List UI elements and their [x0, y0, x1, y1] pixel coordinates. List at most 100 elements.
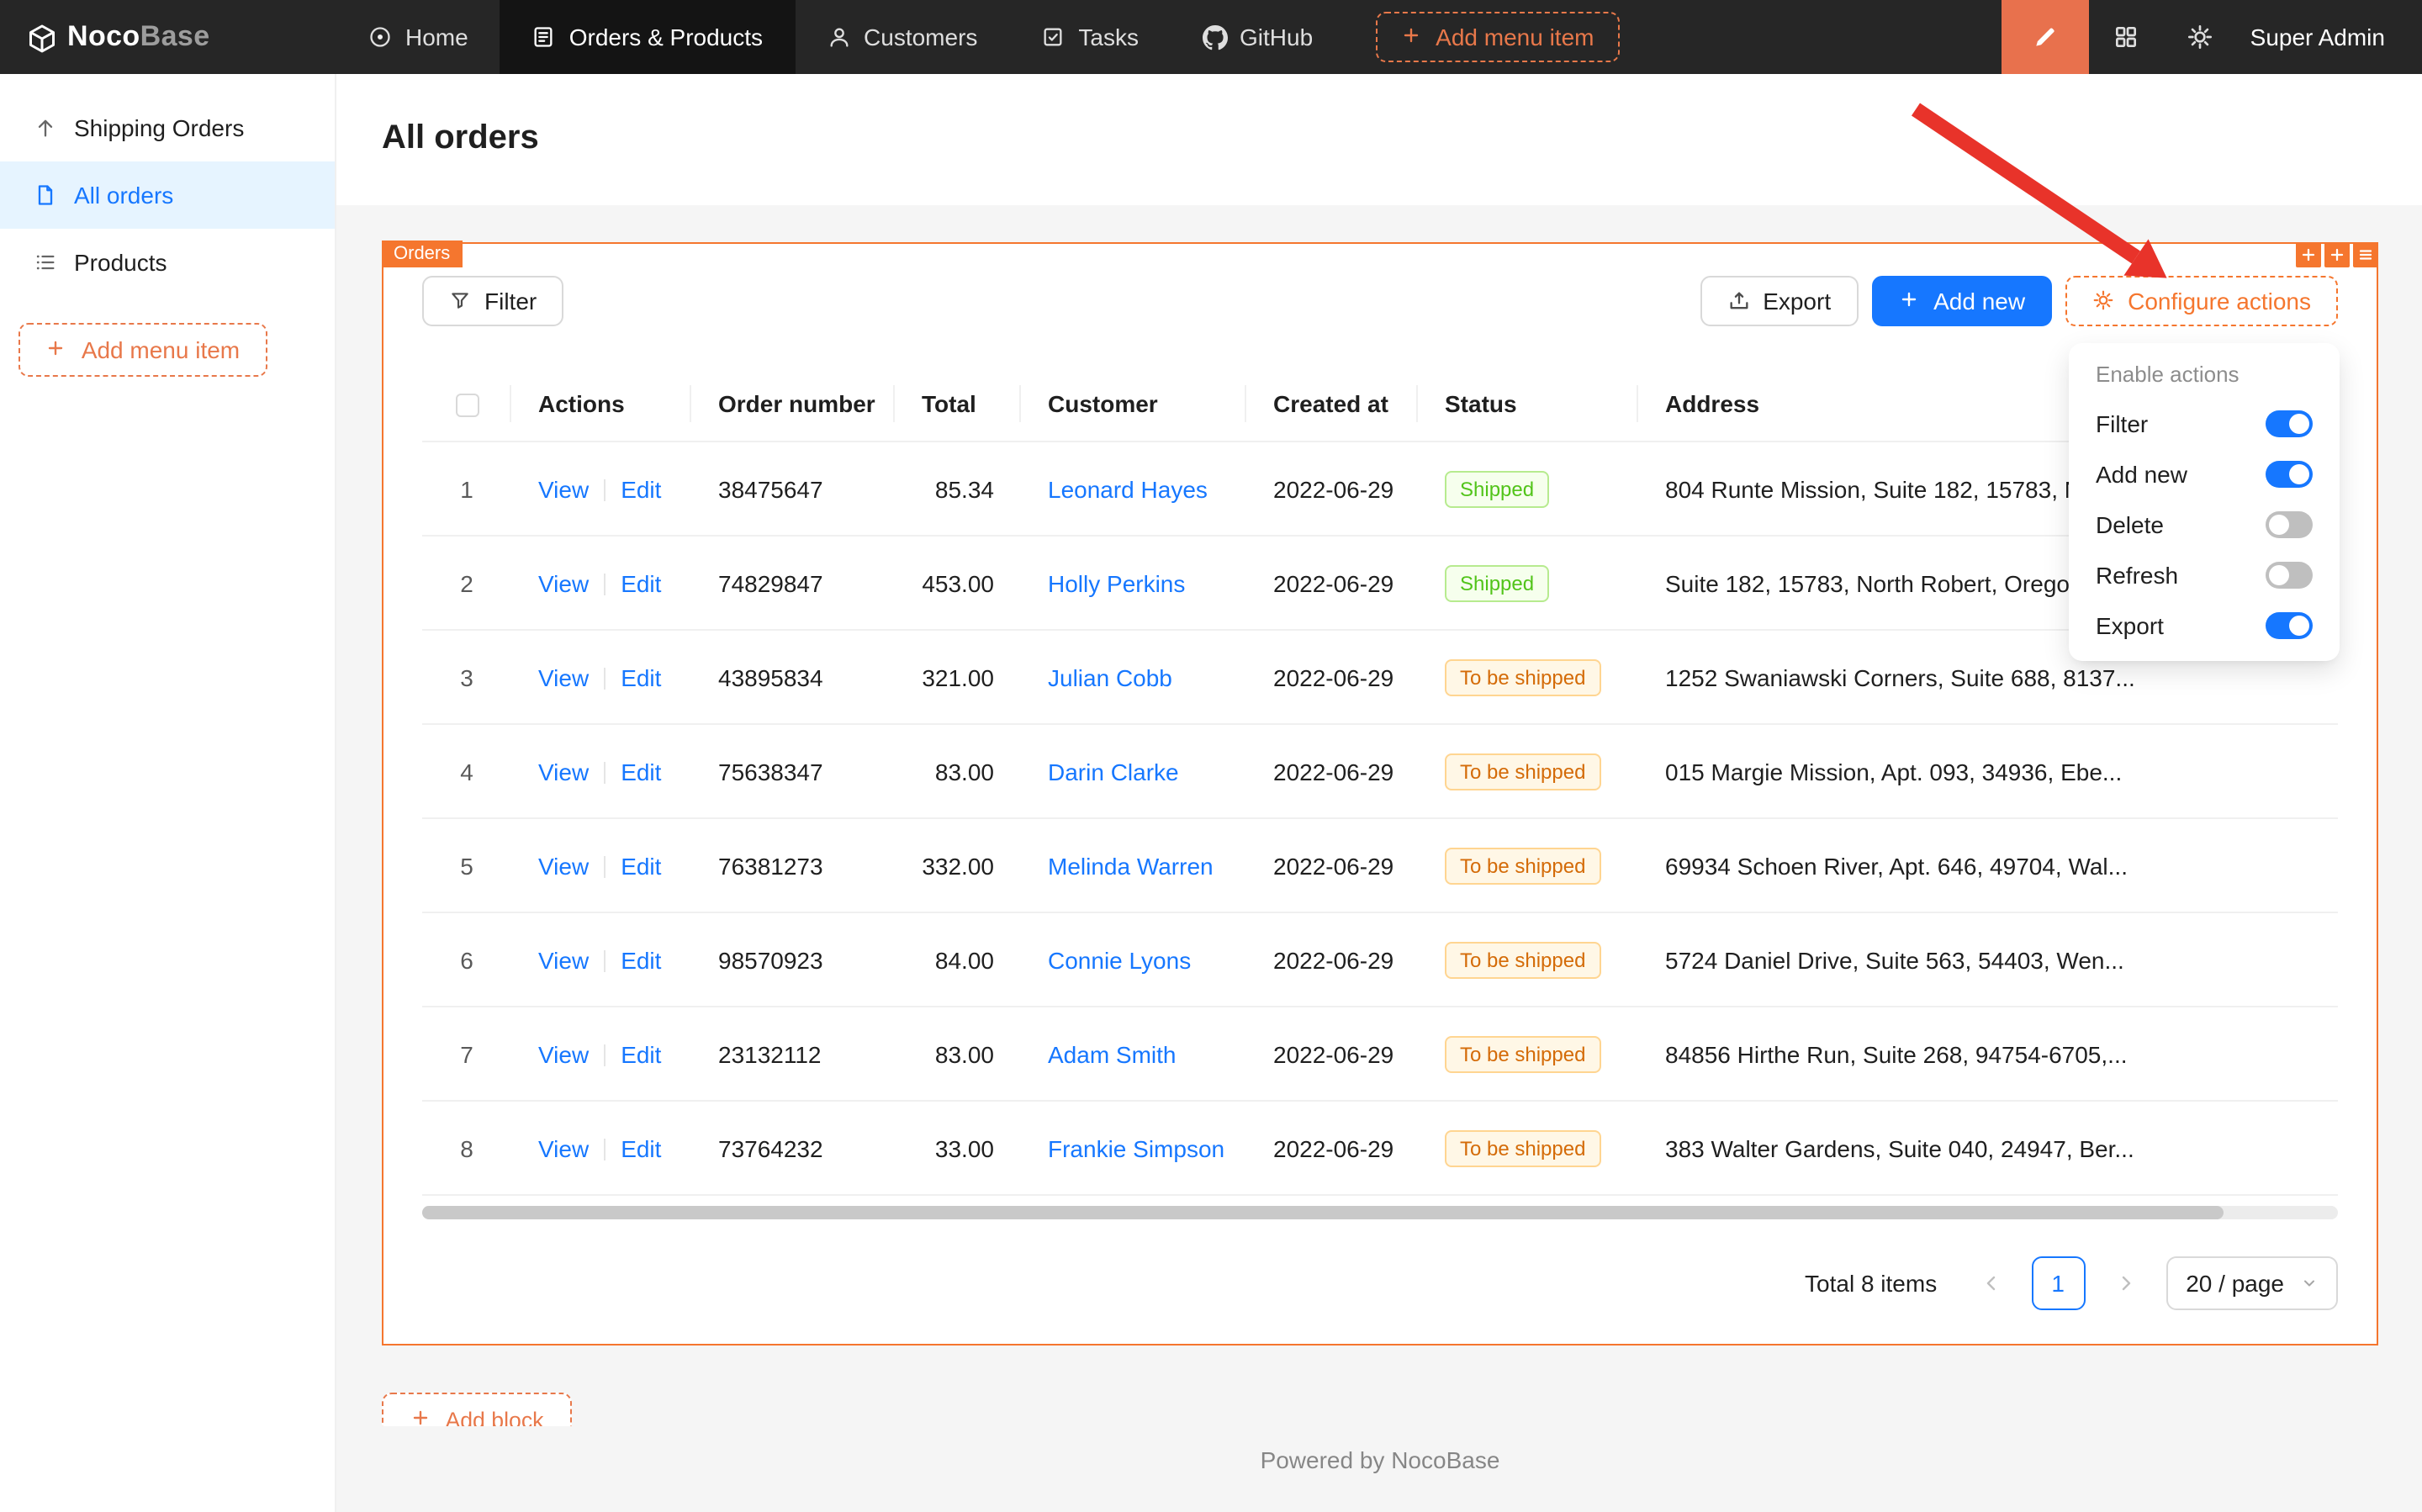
- customer-link[interactable]: Darin Clarke: [1048, 759, 1179, 785]
- customer-link[interactable]: Connie Lyons: [1048, 947, 1191, 974]
- add-block-button[interactable]: Add block: [382, 1393, 572, 1427]
- dropdown-item-add-new[interactable]: Add new: [2076, 449, 2333, 500]
- table-row: 7 ViewEdit 23132112 83.00 Adam Smith 202…: [422, 1007, 2338, 1102]
- cell-created-at: 2022-06-29: [1246, 442, 1418, 537]
- sidebar-add-label: Add menu item: [82, 336, 240, 363]
- row-index: 2: [422, 537, 511, 631]
- sidebar-item-label: Shipping Orders: [74, 114, 244, 141]
- select-all-checkbox[interactable]: [455, 394, 479, 418]
- dropdown-item-refresh[interactable]: Refresh: [2076, 550, 2333, 600]
- view-link[interactable]: View: [538, 476, 589, 503]
- next-page-button[interactable]: [2098, 1257, 2152, 1311]
- cell-created-at: 2022-06-29: [1246, 631, 1418, 725]
- view-link[interactable]: View: [538, 1041, 589, 1068]
- dropdown-item-label: Delete: [2096, 511, 2164, 538]
- cell-customer: Julian Cobb: [1021, 631, 1246, 725]
- edit-link[interactable]: Edit: [621, 1135, 661, 1162]
- edit-link[interactable]: Edit: [621, 759, 661, 785]
- previous-page-button[interactable]: [1964, 1257, 2017, 1311]
- sidebar-add-menu-item-button[interactable]: Add menu item: [19, 323, 267, 377]
- add-new-button[interactable]: Add new: [1871, 276, 2052, 326]
- cell-created-at: 2022-06-29: [1246, 1102, 1418, 1196]
- customer-link[interactable]: Melinda Warren: [1048, 853, 1214, 880]
- menu-item-label: Tasks: [1078, 24, 1139, 50]
- cell-order-number: 23132112: [691, 1007, 895, 1102]
- cell-address: 5724 Daniel Drive, Suite 563, 54403, Wen…: [1638, 913, 2338, 1007]
- cell-status: To be shipped: [1418, 913, 1638, 1007]
- settings-button[interactable]: [2163, 0, 2237, 74]
- filter-button-label: Filter: [484, 288, 537, 315]
- toolbar-right-actions: Export Add new Configure actions: [1700, 276, 2338, 326]
- menu-item-orders-products[interactable]: Orders & Products: [500, 0, 795, 74]
- edit-link[interactable]: Edit: [621, 476, 661, 503]
- designer-initializer-icon[interactable]: [2324, 242, 2350, 267]
- cell-status: To be shipped: [1418, 631, 1638, 725]
- view-link[interactable]: View: [538, 947, 589, 974]
- sidebar-item-all-orders[interactable]: All orders: [0, 161, 335, 229]
- add-block-label: Add block: [445, 1408, 543, 1427]
- scrollbar-thumb[interactable]: [422, 1207, 2223, 1220]
- plus-icon: [1400, 25, 1424, 49]
- menu-item-github[interactable]: GitHub: [1171, 0, 1345, 74]
- menu-item-tasks[interactable]: Tasks: [1009, 0, 1171, 74]
- customer-link[interactable]: Frankie Simpson: [1048, 1135, 1224, 1162]
- view-link[interactable]: View: [538, 1135, 589, 1162]
- edit-link[interactable]: Edit: [621, 853, 661, 880]
- sidebar-item-shipping-orders[interactable]: Shipping Orders: [0, 94, 335, 161]
- column-header-created-at: Created at: [1246, 367, 1418, 442]
- menu-item-label: Customers: [864, 24, 977, 50]
- page-1-button[interactable]: 1: [2031, 1257, 2085, 1311]
- view-link[interactable]: View: [538, 853, 589, 880]
- delete-toggle[interactable]: [2266, 511, 2313, 538]
- filter-toggle[interactable]: [2266, 410, 2313, 437]
- column-header-order-number: Order number: [691, 367, 895, 442]
- cell-status: To be shipped: [1418, 819, 1638, 913]
- configure-actions-button[interactable]: Configure actions: [2065, 276, 2338, 326]
- customer-link[interactable]: Julian Cobb: [1048, 664, 1172, 691]
- customer-link[interactable]: Holly Perkins: [1048, 570, 1185, 597]
- status-badge: To be shipped: [1445, 942, 1600, 979]
- add-new-toggle[interactable]: [2266, 461, 2313, 488]
- menu-item-home[interactable]: Home: [336, 0, 500, 74]
- edit-link[interactable]: Edit: [621, 947, 661, 974]
- designer-menu-icon[interactable]: [2353, 242, 2378, 267]
- cell-customer: Holly Perkins: [1021, 537, 1246, 631]
- edit-link[interactable]: Edit: [621, 1041, 661, 1068]
- divider: [604, 1044, 606, 1066]
- sidebar-item-products[interactable]: Products: [0, 229, 335, 296]
- ui-editor-button[interactable]: [2002, 0, 2089, 74]
- page-size-value: 20 / page: [2186, 1271, 2284, 1298]
- dropdown-item-filter[interactable]: Filter: [2076, 399, 2333, 449]
- row-index: 7: [422, 1007, 511, 1102]
- grid-apps-icon: [2113, 24, 2139, 50]
- chevron-down-icon: [2301, 1276, 2318, 1293]
- view-link[interactable]: View: [538, 664, 589, 691]
- export-toggle[interactable]: [2266, 612, 2313, 639]
- home-icon: [368, 25, 392, 49]
- designer-add-icon[interactable]: [2296, 242, 2321, 267]
- view-link[interactable]: View: [538, 759, 589, 785]
- cell-status: To be shipped: [1418, 1007, 1638, 1102]
- cell-order-number: 43895834: [691, 631, 895, 725]
- cell-order-number: 75638347: [691, 725, 895, 819]
- add-menu-item-button[interactable]: Add menu item: [1375, 12, 1619, 62]
- main-menu: Home Orders & Products Customers Tasks G…: [336, 0, 1345, 74]
- dropdown-item-export[interactable]: Export: [2076, 600, 2333, 651]
- filter-button[interactable]: Filter: [422, 276, 563, 326]
- brand-logo[interactable]: NocoBase: [0, 0, 336, 74]
- funnel-icon: [449, 289, 473, 313]
- edit-link[interactable]: Edit: [621, 570, 661, 597]
- cell-status: Shipped: [1418, 537, 1638, 631]
- table-body: 1 ViewEdit 38475647 85.34 Leonard Hayes …: [422, 442, 2338, 1196]
- page-size-select[interactable]: 20 / page: [2166, 1257, 2338, 1311]
- dropdown-item-delete[interactable]: Delete: [2076, 500, 2333, 550]
- export-button[interactable]: Export: [1700, 276, 1858, 326]
- user-menu[interactable]: Super Admin: [2237, 24, 2422, 50]
- refresh-toggle[interactable]: [2266, 562, 2313, 589]
- customer-link[interactable]: Leonard Hayes: [1048, 476, 1208, 503]
- menu-item-customers[interactable]: Customers: [795, 0, 1009, 74]
- view-link[interactable]: View: [538, 570, 589, 597]
- customer-link[interactable]: Adam Smith: [1048, 1041, 1177, 1068]
- edit-link[interactable]: Edit: [621, 664, 661, 691]
- plugins-button[interactable]: [2089, 0, 2163, 74]
